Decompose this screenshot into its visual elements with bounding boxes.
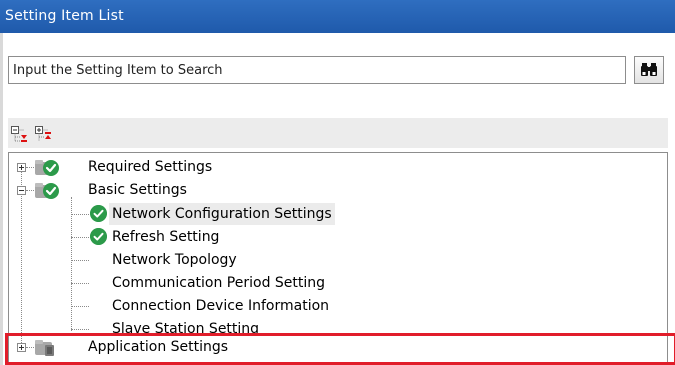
tree-item-label: Refresh Setting bbox=[112, 229, 220, 245]
panel-left-border bbox=[0, 33, 3, 365]
tree-item-label: Connection Device Information bbox=[112, 298, 330, 314]
tree-connector bbox=[26, 190, 34, 191]
tree-connector bbox=[26, 167, 34, 168]
tree-item-refresh-setting[interactable]: Refresh Setting bbox=[109, 226, 222, 248]
collapse-all-icon bbox=[35, 126, 51, 141]
tree-toolbar bbox=[8, 118, 668, 148]
status-ok-icon bbox=[90, 228, 107, 245]
tree-item-label: Application Settings bbox=[88, 339, 229, 355]
collapse-all-button[interactable] bbox=[34, 124, 54, 144]
tree-item-application-settings[interactable]: Application Settings bbox=[85, 336, 231, 358]
tree-connector bbox=[26, 347, 34, 348]
tree-connector bbox=[71, 329, 89, 330]
expand-all-button[interactable] bbox=[10, 124, 30, 144]
tree-connector bbox=[71, 214, 89, 215]
search-button[interactable] bbox=[634, 56, 664, 84]
tree-item-network-configuration-settings[interactable]: Network Configuration Settings bbox=[109, 203, 335, 225]
status-unset-folder-icon bbox=[35, 340, 54, 356]
status-ok-folder-icon bbox=[35, 160, 59, 176]
setting-item-list-panel: Setting Item List Input the Setting Item… bbox=[0, 0, 675, 365]
tree-connector bbox=[71, 197, 72, 331]
tree-item-connection-device-information[interactable]: Connection Device Information bbox=[109, 295, 332, 317]
tree-connector bbox=[71, 283, 89, 284]
tree-connector bbox=[71, 260, 89, 261]
expand-required-settings-toggle[interactable] bbox=[17, 163, 26, 172]
tree-item-label: Network Topology bbox=[112, 252, 237, 268]
tree-item-label: Basic Settings bbox=[88, 182, 187, 198]
tree-item-communication-period-setting[interactable]: Communication Period Setting bbox=[109, 272, 328, 294]
collapse-basic-settings-toggle[interactable] bbox=[17, 186, 26, 195]
status-ok-folder-icon bbox=[35, 183, 59, 199]
search-input[interactable] bbox=[8, 56, 626, 84]
tree-item-required-settings[interactable]: Required Settings bbox=[85, 156, 215, 178]
tree-item-basic-settings[interactable]: Basic Settings bbox=[85, 179, 190, 201]
binoculars-icon bbox=[641, 63, 657, 76]
setting-item-tree: Required Settings Basic Settings Network… bbox=[8, 152, 668, 365]
tree-item-label: Network Configuration Settings bbox=[109, 203, 335, 225]
expand-application-settings-toggle[interactable] bbox=[17, 343, 26, 352]
tree-connector bbox=[71, 306, 89, 307]
tree-item-label: Required Settings bbox=[88, 159, 213, 175]
status-ok-icon bbox=[90, 205, 107, 222]
window-title: Setting Item List bbox=[0, 0, 675, 33]
search-row bbox=[8, 56, 668, 84]
expand-all-icon bbox=[11, 126, 27, 142]
tree-connector bbox=[71, 237, 89, 238]
tree-item-label: Communication Period Setting bbox=[112, 275, 326, 291]
tree-item-network-topology[interactable]: Network Topology bbox=[109, 249, 240, 271]
